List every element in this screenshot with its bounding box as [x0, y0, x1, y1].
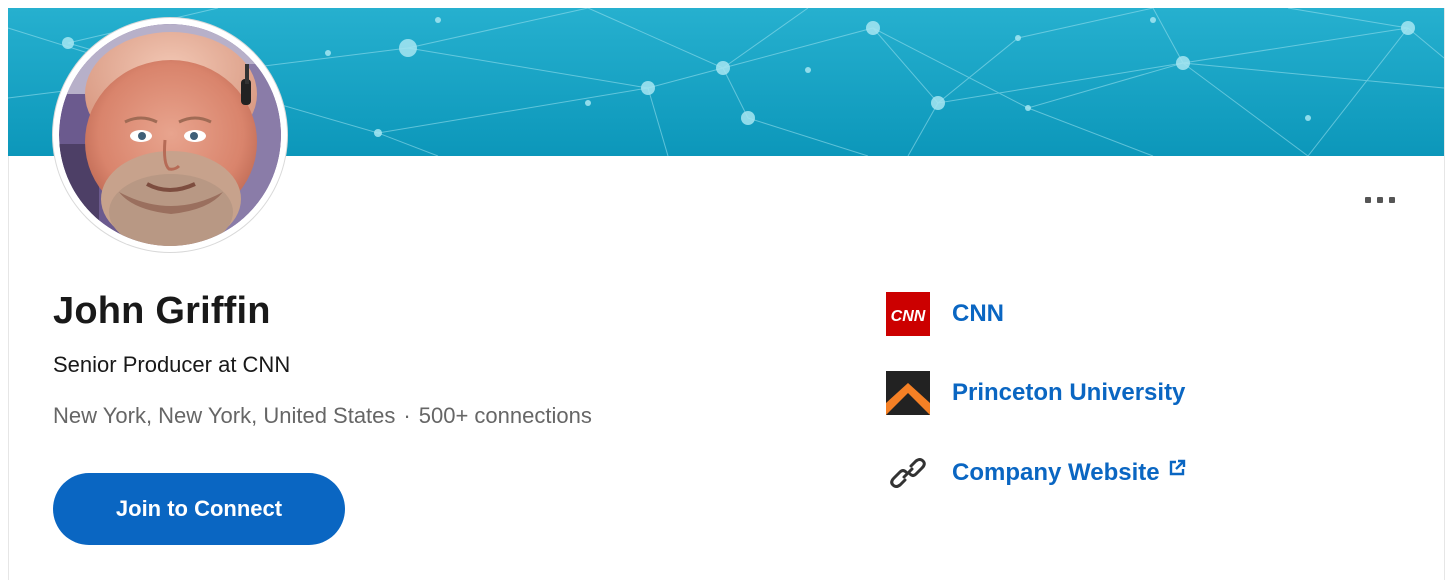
- profile-name: John Griffin: [53, 290, 271, 332]
- cnn-logo: CNN: [886, 292, 930, 336]
- company-website-label: Company Website: [952, 459, 1186, 487]
- link-icon: [886, 451, 930, 495]
- more-horizontal-icon: [1365, 197, 1371, 203]
- experience-link-label: CNN: [952, 300, 1004, 327]
- profile-headline: Senior Producer at CNN: [53, 352, 291, 377]
- company-website-link[interactable]: Company Website: [886, 451, 1186, 495]
- education-link-label: Princeton University: [952, 379, 1186, 406]
- more-options-button[interactable]: [1356, 186, 1404, 214]
- card-border-right: [1444, 8, 1445, 580]
- profile-avatar[interactable]: [53, 18, 287, 252]
- more-horizontal-icon: [1389, 197, 1395, 203]
- cnn-logo-text: CNN: [891, 308, 926, 325]
- education-link-princeton[interactable]: Princeton University: [886, 371, 1185, 415]
- profile-meta: New York, New York, United States · 500+ c…: [53, 403, 592, 429]
- profile-location: New York, New York, United States: [53, 403, 396, 428]
- experience-link-cnn[interactable]: CNN CNN: [886, 292, 1004, 336]
- princeton-logo: [886, 371, 930, 415]
- join-to-connect-button[interactable]: Join to Connect: [53, 473, 345, 545]
- external-link-icon: [1169, 459, 1185, 476]
- company-website-text: Company Website: [952, 459, 1160, 486]
- profile-photo: [59, 24, 281, 246]
- profile-connections: 500+ connections: [418, 403, 592, 428]
- meta-separator: ·: [403, 403, 411, 428]
- more-horizontal-icon: [1377, 197, 1383, 203]
